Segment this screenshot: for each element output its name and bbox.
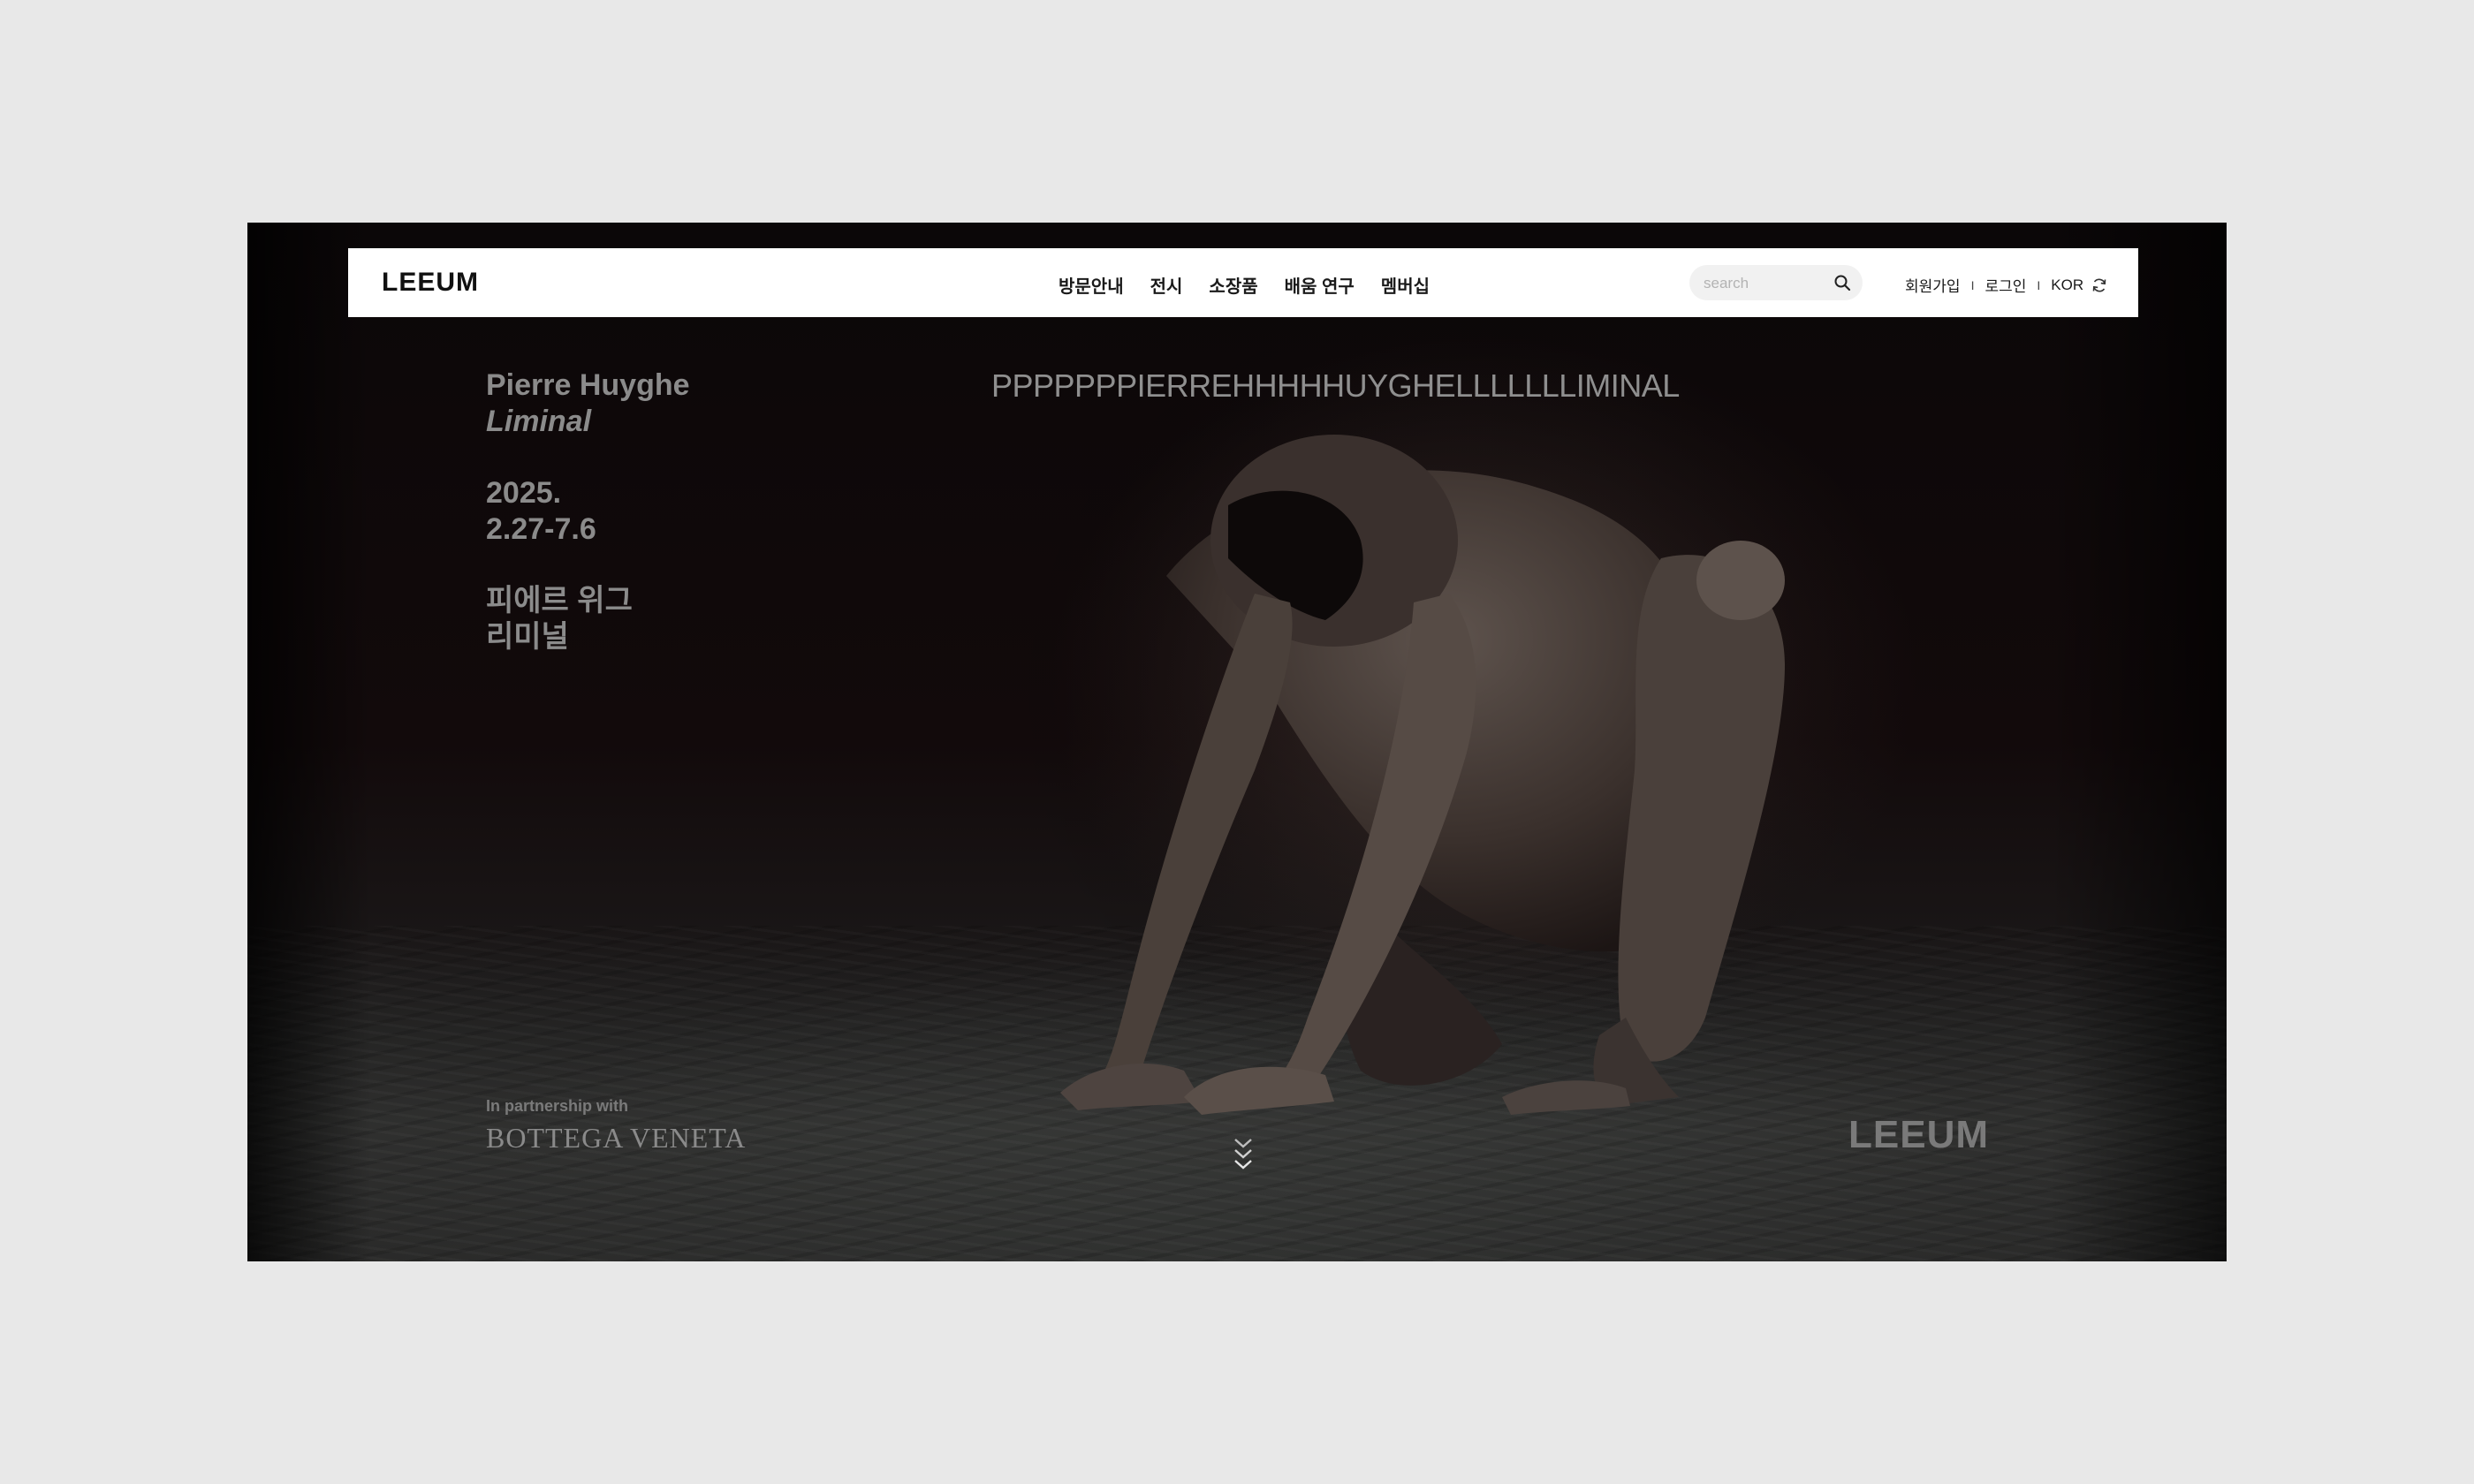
exhibition-marquee-text: PPPPPPPIERREHHHHHUYGHELLLLLLLIMINAL bbox=[991, 367, 1680, 404]
exhibition-info: Pierre Huyghe Liminal 2025. 2.27-7.6 피에르… bbox=[486, 367, 690, 655]
search-input[interactable] bbox=[1702, 272, 1829, 295]
language-toggle[interactable]: KOR bbox=[2051, 276, 2083, 294]
exhibition-artist: Pierre Huyghe bbox=[486, 368, 690, 402]
exhibition-title-ko: 리미널 bbox=[486, 620, 569, 654]
site-logo[interactable]: LEEUM bbox=[382, 268, 479, 298]
hero-right-vignette bbox=[2050, 223, 2227, 1261]
refresh-icon[interactable] bbox=[2091, 276, 2108, 294]
search-icon[interactable] bbox=[1833, 273, 1852, 292]
partner-brand-logo: BOTTEGA VENETA bbox=[486, 1122, 747, 1154]
divider: I bbox=[2037, 277, 2041, 292]
main-nav: 방문안내 전시 소장품 배움 연구 멤버십 bbox=[1059, 272, 1430, 298]
hero-left-vignette bbox=[247, 223, 371, 1261]
nav-item-collection[interactable]: 소장품 bbox=[1209, 272, 1257, 298]
exhibition-title: Liminal bbox=[486, 405, 592, 438]
nav-item-membership[interactable]: 멤버십 bbox=[1381, 272, 1430, 298]
exhibition-artist-ko: 피에르 위그 bbox=[486, 584, 633, 617]
exhibition-dates: 2.27-7.6 bbox=[486, 512, 596, 546]
signup-link[interactable]: 회원가입 bbox=[1905, 274, 1961, 296]
hero-frame: LEEUM 방문안내 전시 소장품 배움 연구 멤버십 회원가입 I 로그인 I… bbox=[247, 223, 2227, 1261]
nav-item-exhibitions[interactable]: 전시 bbox=[1150, 272, 1183, 298]
divider: I bbox=[1970, 277, 1975, 292]
login-link[interactable]: 로그인 bbox=[1985, 274, 2026, 296]
site-header: LEEUM 방문안내 전시 소장품 배움 연구 멤버십 회원가입 I 로그인 I… bbox=[348, 248, 2138, 317]
corner-logo: LEEUM bbox=[1848, 1113, 1989, 1156]
search-box bbox=[1689, 265, 1863, 300]
partner-label: In partnership with bbox=[486, 1097, 629, 1115]
chevron-down-icon[interactable] bbox=[1230, 1136, 1256, 1177]
exhibition-year: 2025. bbox=[486, 476, 562, 510]
user-utilities: 회원가입 I 로그인 I KOR bbox=[1905, 274, 2108, 296]
nav-item-visit[interactable]: 방문안내 bbox=[1059, 272, 1124, 298]
nav-item-learning-research[interactable]: 배움 연구 bbox=[1285, 272, 1355, 298]
